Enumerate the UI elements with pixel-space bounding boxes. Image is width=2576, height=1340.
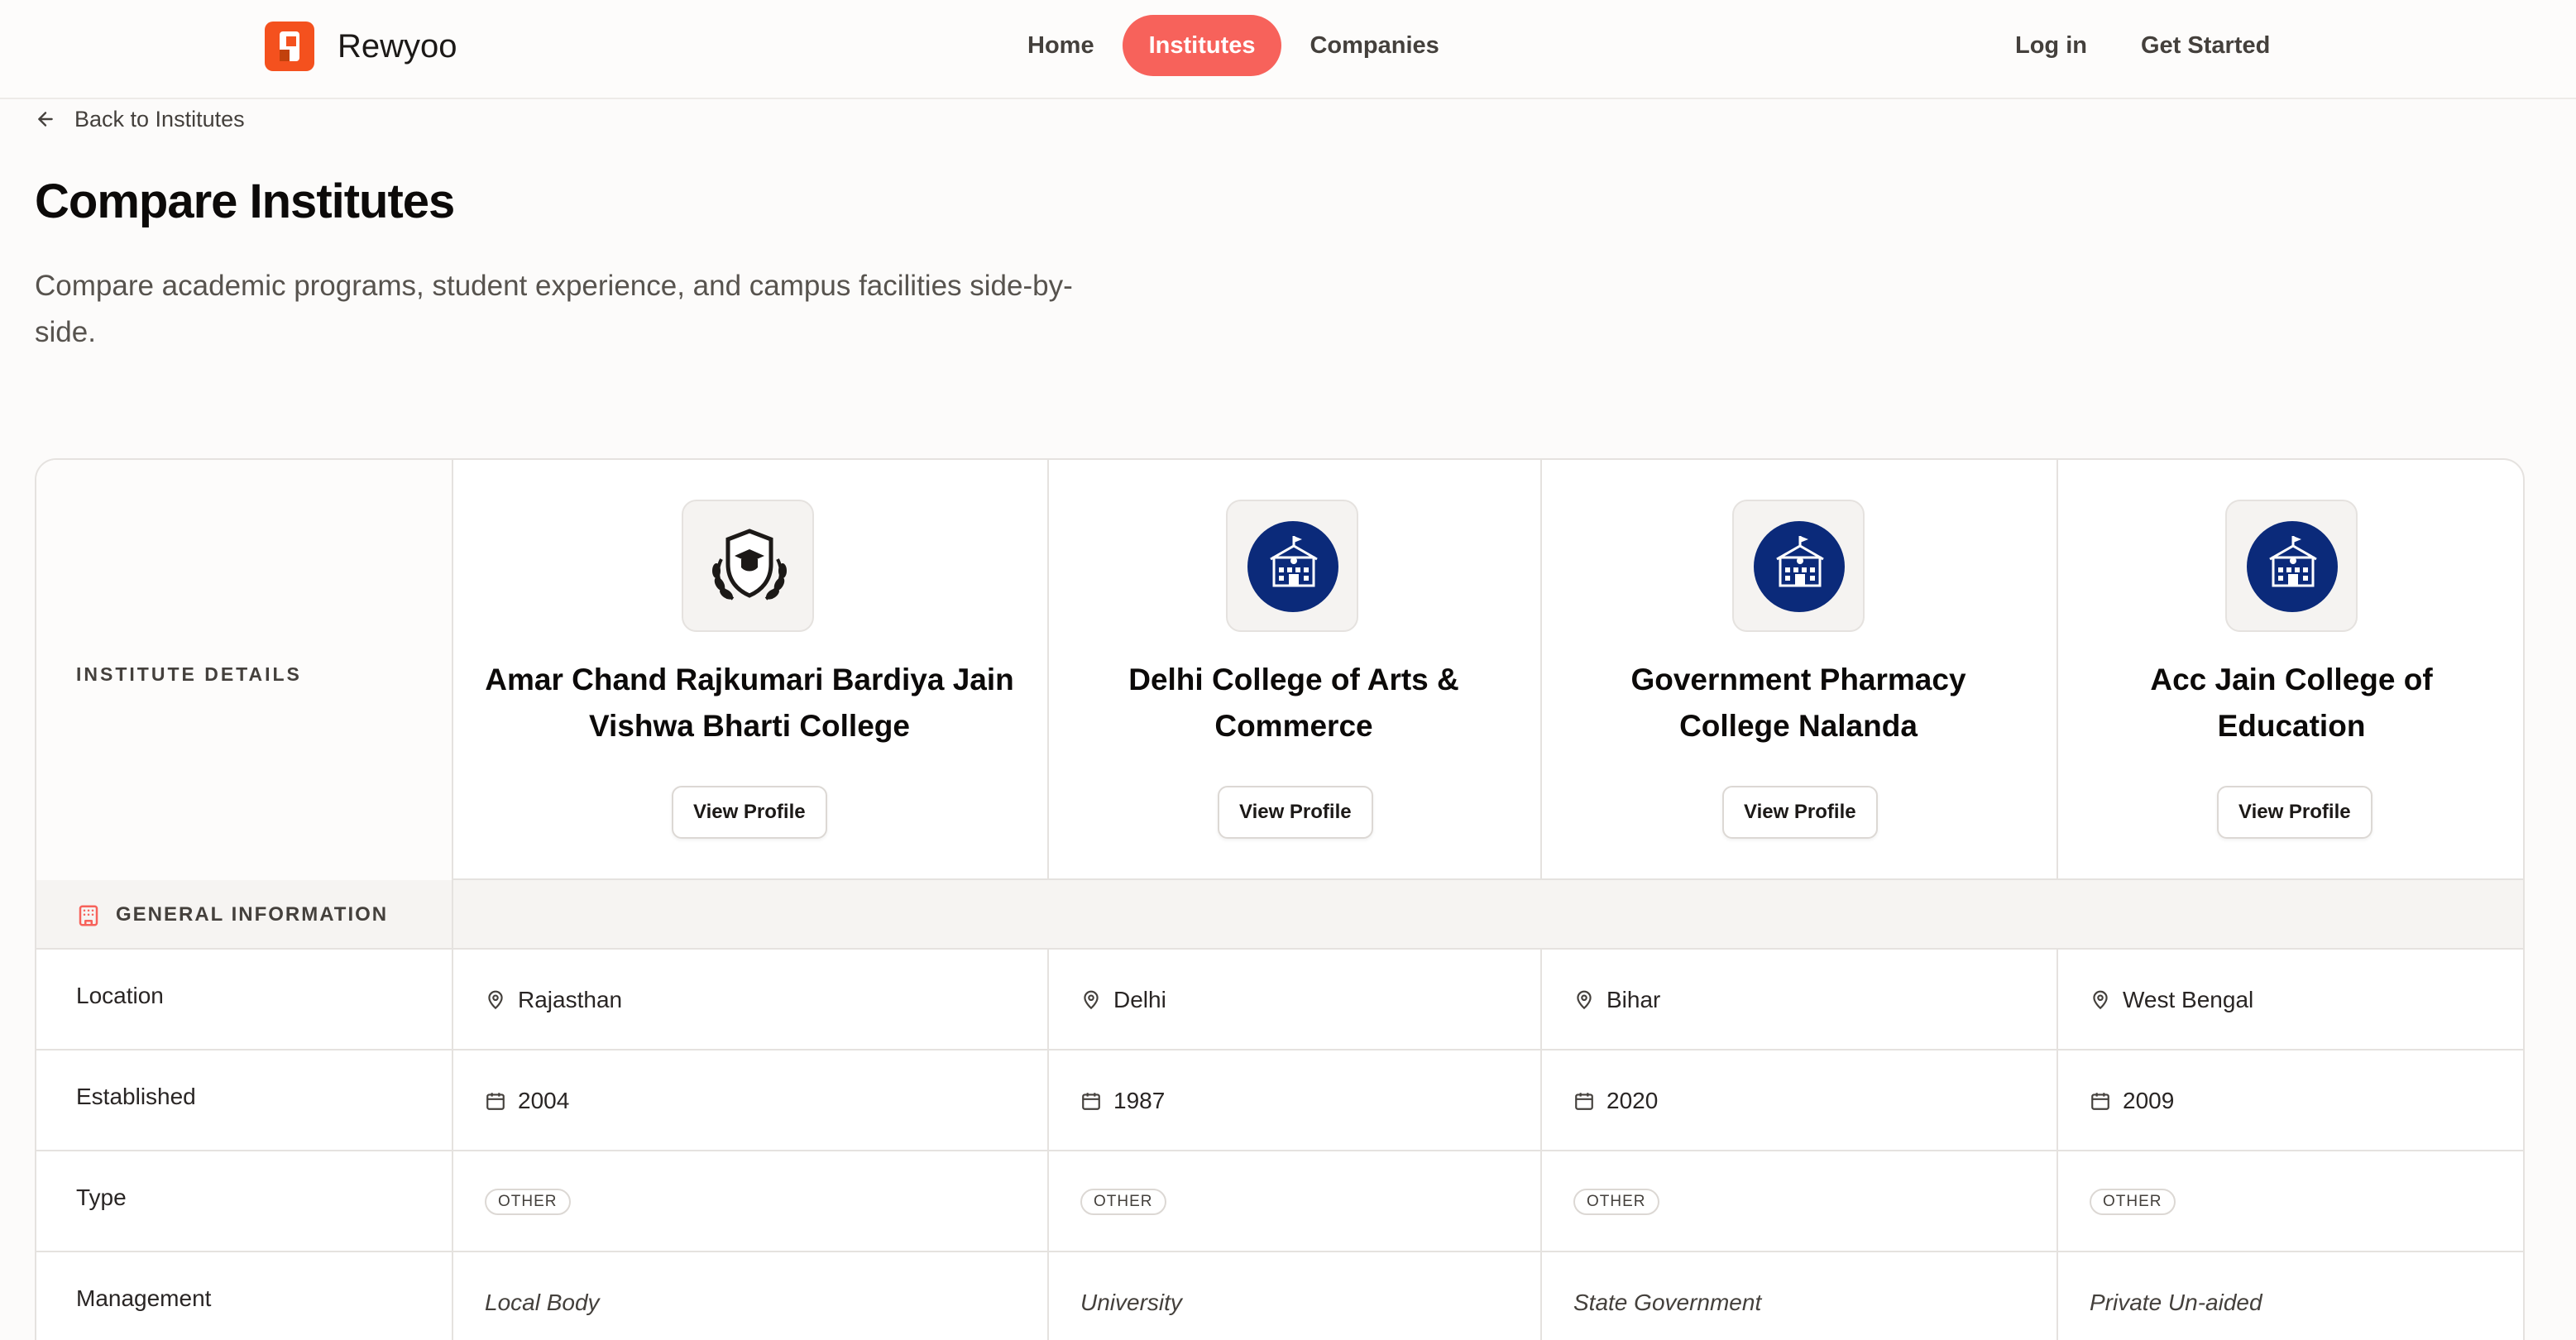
institute-column: Acc Jain College of Education View Profi…	[2056, 460, 2523, 880]
comparison-table: INSTITUTE DETAILS Amar Chand Rajkumari B…	[35, 458, 2525, 1340]
institute-logo	[2225, 500, 2358, 632]
login-link[interactable]: Log in	[2015, 32, 2087, 60]
type-badge: OTHER	[1080, 1189, 1166, 1215]
back-to-institutes-link[interactable]: Back to Institutes	[35, 103, 245, 136]
type-cell: OTHER	[2090, 1151, 2176, 1252]
get-started-wrap: Get Started	[2141, 15, 2270, 76]
details-label-cell: INSTITUTE DETAILS	[36, 460, 452, 880]
column-divider	[2056, 950, 2058, 1340]
type-badge: OTHER	[1573, 1189, 1659, 1215]
institute-name: Delhi College of Arts & Commerce	[1128, 663, 1459, 743]
map-pin-icon	[1577, 990, 1592, 1010]
location-cell: Rajasthan	[485, 950, 622, 1050]
location-cell: Delhi	[1080, 950, 1166, 1050]
established-cell: 2004	[485, 1050, 569, 1151]
type-cell: OTHER	[1080, 1151, 1166, 1252]
column-divider	[2056, 460, 2058, 880]
column-divider	[1047, 460, 1049, 880]
established-row: Established 2004 1987 2020 2009	[36, 1050, 2523, 1151]
calendar-icon	[2091, 1093, 2109, 1110]
nav-institutes[interactable]: Institutes	[1122, 15, 1282, 76]
location-value: Delhi	[1113, 987, 1166, 1012]
brand-link[interactable]: Rewyoo	[265, 22, 457, 71]
institute-name: Government Pharmacy College Nalanda	[1630, 663, 1966, 743]
calendar-icon	[1575, 1093, 1593, 1110]
row-label: Established	[76, 1084, 196, 1109]
college-building-icon	[1776, 536, 1824, 587]
management-cell: Local Body	[485, 1290, 600, 1315]
map-pin-icon	[2093, 990, 2108, 1010]
institute-column: Amar Chand Rajkumari Bardiya Jain Vishwa…	[452, 460, 1047, 880]
auth-links: Log in	[2015, 15, 2087, 76]
brand-logo-icon	[265, 22, 314, 71]
map-pin-icon	[488, 990, 503, 1010]
row-label: Type	[76, 1184, 127, 1210]
building-icon	[79, 905, 98, 926]
location-row: Location Rajasthan Delhi Bihar West Beng…	[36, 950, 2523, 1050]
institute-column: Delhi College of Arts & Commerce View Pr…	[1047, 460, 1540, 880]
row-label: Management	[76, 1285, 212, 1311]
arrow-left-icon	[38, 112, 53, 127]
nav-companies[interactable]: Companies	[1283, 15, 1465, 76]
general-information-heading: GENERAL INFORMATION	[116, 903, 389, 926]
location-value: Rajasthan	[518, 987, 623, 1012]
type-cell: OTHER	[485, 1151, 571, 1252]
back-label: Back to Institutes	[74, 106, 245, 132]
page-subtitle: Compare academic programs, student exper…	[35, 270, 1073, 348]
page-title: Compare Institutes	[35, 175, 455, 228]
established-cell: 1987	[1080, 1050, 1165, 1151]
get-started-button[interactable]: Get Started	[2141, 32, 2270, 60]
view-profile-button[interactable]: View Profile	[1722, 786, 1878, 839]
location-value: West Bengal	[2123, 987, 2254, 1012]
management-cell: University	[1080, 1290, 1182, 1315]
type-badge: OTHER	[2090, 1189, 2176, 1215]
view-profile-button[interactable]: View Profile	[1218, 786, 1373, 839]
institute-logo	[682, 500, 814, 632]
institute-column: Government Pharmacy College Nalanda View…	[1540, 460, 2056, 880]
view-profile-button[interactable]: View Profile	[672, 786, 827, 839]
type-badge: OTHER	[485, 1189, 571, 1215]
type-cell: OTHER	[1573, 1151, 1659, 1252]
column-divider	[1047, 950, 1049, 1340]
location-cell: West Bengal	[2090, 950, 2253, 1050]
top-navbar: Rewyoo Home Institutes Companies Log in …	[0, 0, 2576, 99]
type-row: Type OTHER OTHER OTHER OTHER	[36, 1151, 2523, 1252]
main-nav: Home Institutes Companies	[1001, 15, 1466, 76]
established-value: 2009	[2123, 1088, 2175, 1113]
general-information-section: GENERAL INFORMATION	[36, 880, 2523, 950]
calendar-icon	[1082, 1093, 1100, 1110]
map-pin-icon	[1084, 990, 1099, 1010]
established-value: 2020	[1606, 1088, 1659, 1113]
institute-logo	[1732, 500, 1865, 632]
college-building-icon	[2269, 536, 2317, 587]
management-row: Management Local Body University State G…	[36, 1252, 2523, 1340]
established-cell: 2009	[2090, 1050, 2174, 1151]
institute-logo	[1226, 500, 1358, 632]
institute-name: Acc Jain College of Education	[2150, 663, 2433, 743]
column-divider	[1540, 950, 1542, 1340]
established-value: 2004	[518, 1088, 570, 1113]
shield-laurel-icon	[712, 529, 787, 601]
location-value: Bihar	[1606, 987, 1661, 1012]
established-cell: 2020	[1573, 1050, 1658, 1151]
established-value: 1987	[1113, 1088, 1166, 1113]
institute-header-row: INSTITUTE DETAILS Amar Chand Rajkumari B…	[36, 460, 2523, 880]
institute-details-heading: INSTITUTE DETAILS	[76, 663, 302, 685]
row-label: Location	[76, 983, 164, 1008]
column-divider	[452, 460, 453, 1340]
management-cell: State Government	[1573, 1290, 1762, 1315]
college-building-icon	[1270, 536, 1318, 587]
nav-home[interactable]: Home	[1001, 15, 1121, 76]
column-divider	[1540, 460, 1542, 880]
management-cell: Private Un-aided	[2090, 1290, 2262, 1315]
institute-name: Amar Chand Rajkumari Bardiya Jain Vishwa…	[485, 663, 1014, 743]
brand-name: Rewyoo	[338, 27, 457, 65]
location-cell: Bihar	[1573, 950, 1660, 1050]
calendar-icon	[486, 1093, 505, 1110]
view-profile-button[interactable]: View Profile	[2217, 786, 2373, 839]
